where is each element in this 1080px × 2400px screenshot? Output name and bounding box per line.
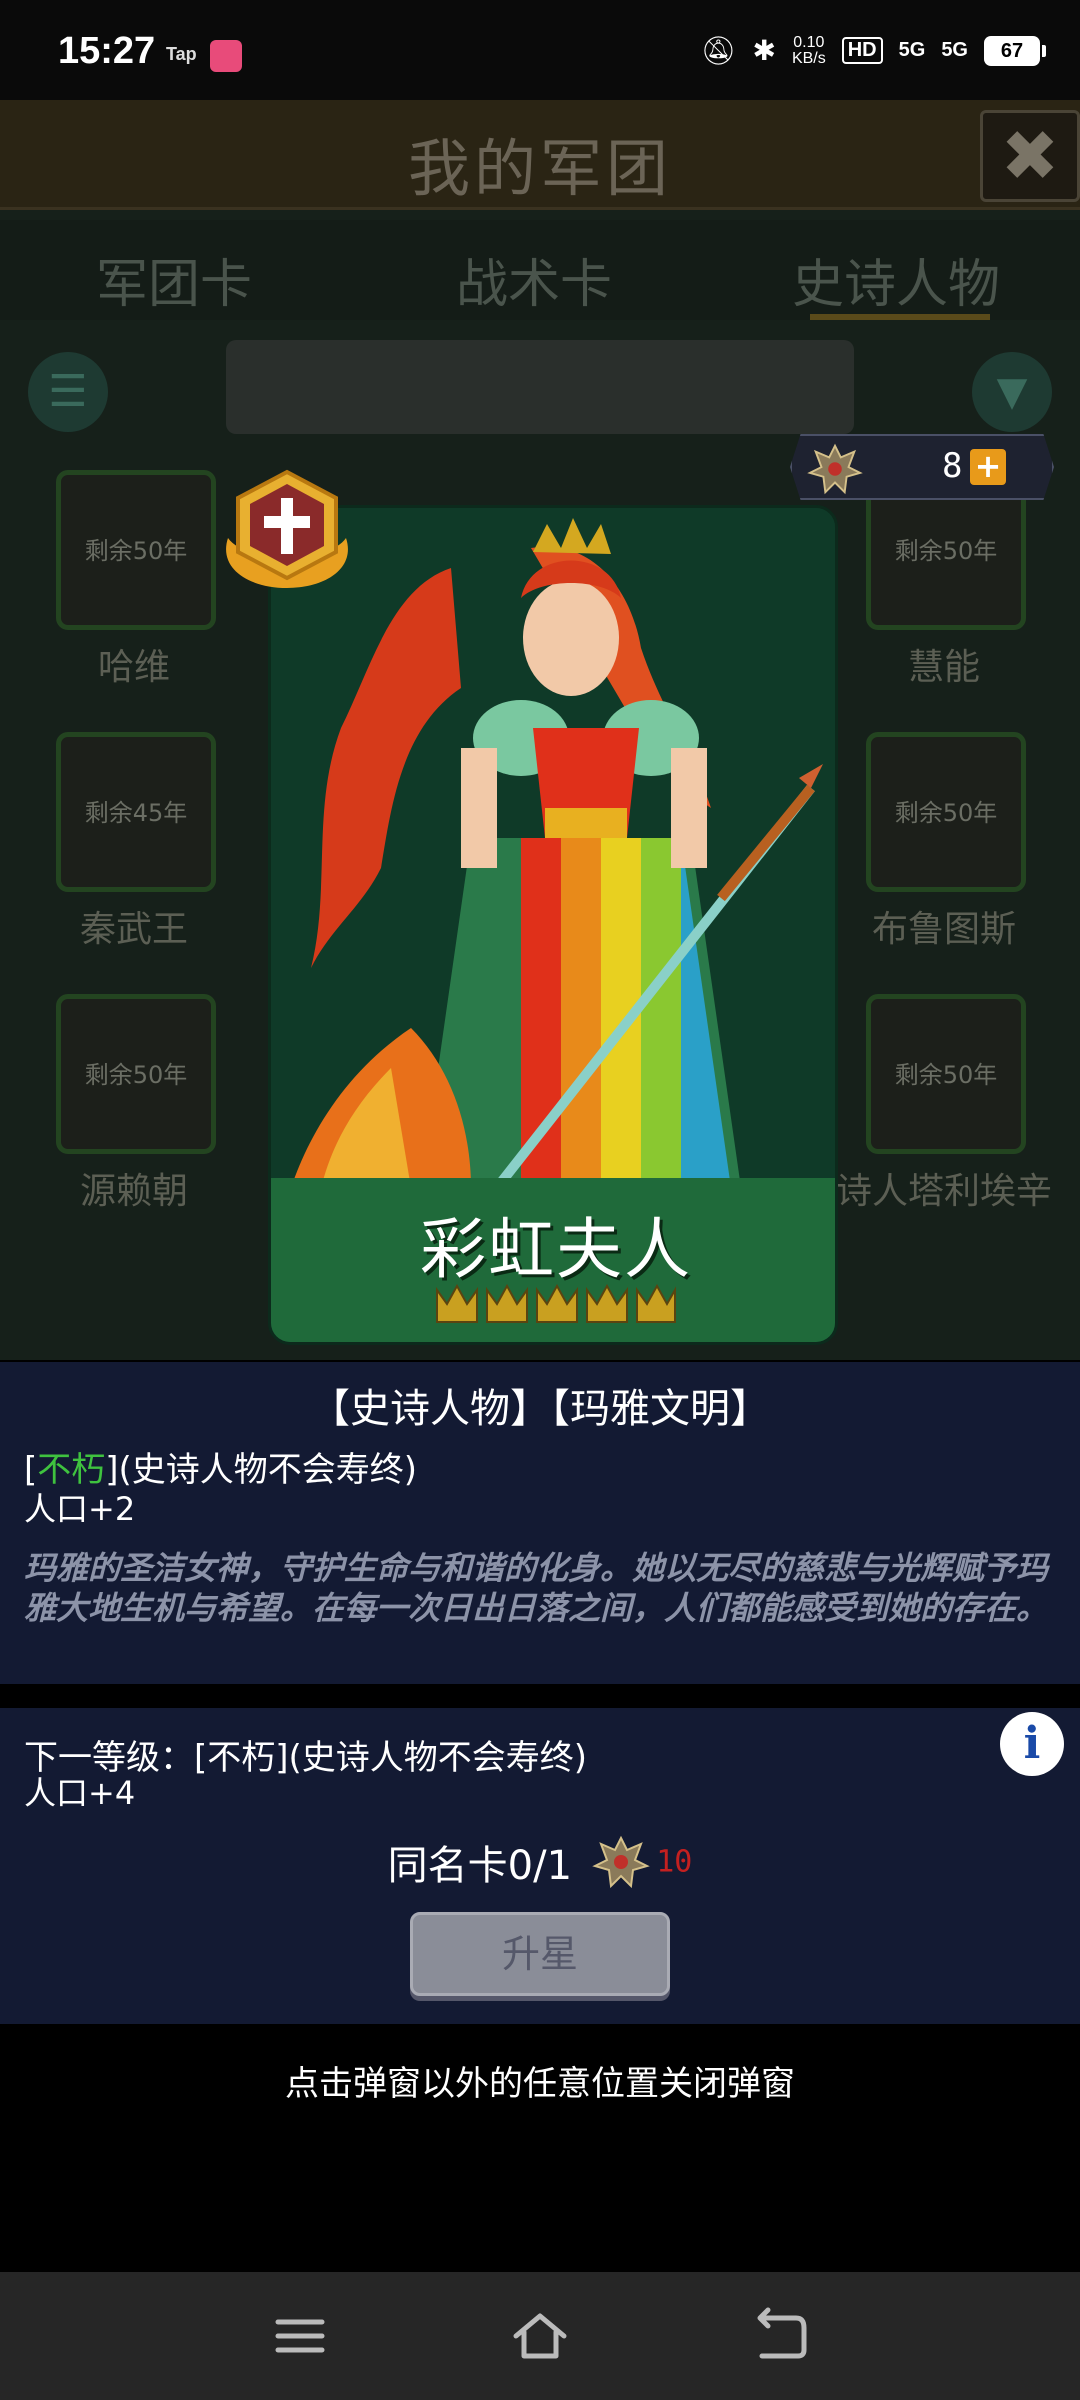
tab-bar: 军团卡 战术卡 史诗人物: [0, 220, 1080, 320]
grid-card-name: 源赖朝: [79, 1171, 188, 1212]
epic-rank-badge-icon: [226, 469, 348, 588]
star-crowns: [436, 1283, 676, 1323]
grid-card-time: 剩余50年: [894, 799, 998, 827]
info-panel: 【史诗人物】【玛雅文明】 [不朽](史诗人物不会寿终) 人口+2 玛雅的圣洁女神…: [0, 1362, 1080, 1684]
tab-active-indicator: [810, 314, 990, 320]
grid-card-name: 哈维: [97, 647, 170, 688]
grid-card[interactable]: 剩余50年: [56, 994, 216, 1154]
net-speed-unit: KB/s: [791, 49, 826, 67]
grid-card[interactable]: 剩余45年: [56, 732, 216, 892]
trait-description: ](史诗人物不会寿终): [105, 1450, 418, 1490]
signal-5g-2: 5G: [941, 39, 968, 61]
system-nav-bar: [0, 2272, 1080, 2400]
grid-card[interactable]: 剩余50年: [866, 994, 1026, 1154]
page-title: 我的军团: [407, 132, 672, 205]
card-category-title: 【史诗人物】【玛雅文明】: [310, 1386, 770, 1432]
close-button[interactable]: ✖: [980, 110, 1080, 202]
status-bar: 15:27 Tap 🔕︎ ✱ 0.10 KB/s HD 5G 5G 67: [0, 0, 1080, 100]
filter-row: ☰ ▼: [0, 340, 1080, 440]
grid-card[interactable]: 剩余50年: [56, 470, 216, 630]
eagle-crest-icon: [592, 1835, 650, 1889]
next-level-panel: 下一等级：[不朽](史诗人物不会寿终) 人口+4 i 同名卡0/1 10 升星: [0, 1708, 1080, 2024]
filter-icon[interactable]: ▼: [972, 352, 1052, 432]
grid-card-name: 秦武王: [79, 909, 188, 950]
tap-app-icon: Tap: [166, 44, 197, 64]
grid-card-time: 剩余50年: [894, 1061, 998, 1089]
grid-card-name: 慧能: [907, 647, 980, 688]
status-icons: 🔕︎ ✱ 0.10 KB/s HD 5G 5G 67: [700, 33, 1046, 67]
upgrade-star-button[interactable]: 升星: [410, 1912, 670, 1996]
back-icon[interactable]: [750, 2306, 810, 2366]
hd-voice-icon: HD: [841, 37, 883, 64]
population-bonus: 人口+2: [24, 1490, 136, 1528]
list-icon[interactable]: ☰: [28, 352, 108, 432]
battery-icon: 67: [984, 35, 1046, 66]
grid-card-time: 剩余50年: [894, 537, 998, 565]
lore-description: 玛雅的圣洁女神，守护生命与和谐的化身。她以无尽的慈悲与光辉赋予玛雅大地生机与希望…: [24, 1549, 1049, 1627]
grid-card[interactable]: 剩余50年: [866, 732, 1026, 892]
grid-card-time: 剩余50年: [84, 537, 188, 565]
game-header: 我的军团 ✖: [0, 100, 1080, 210]
duplicate-card-count: 同名卡0/1: [387, 1843, 573, 1889]
info-icon[interactable]: i: [1000, 1712, 1064, 1776]
grid-card-name: 诗人塔利埃辛: [835, 1171, 1052, 1212]
net-speed-value: 0.10: [793, 33, 825, 51]
home-icon[interactable]: [510, 2306, 570, 2366]
bluetooth-icon: ✱: [752, 35, 776, 66]
grid-card-time: 剩余50年: [84, 1061, 188, 1089]
grid-card-name: 布鲁图斯: [871, 909, 1016, 950]
currency-counter: 8: [790, 434, 1054, 500]
tab-epic-figures[interactable]: 史诗人物: [792, 242, 1000, 317]
grid-card-time: 剩余45年: [84, 799, 188, 827]
tab-tactic-cards[interactable]: 战术卡: [456, 242, 612, 317]
tab-legion-cards[interactable]: 军团卡: [96, 242, 252, 317]
currency-value: 8: [942, 446, 963, 486]
plus-icon[interactable]: +: [970, 449, 1006, 485]
search-input[interactable]: [226, 340, 854, 434]
status-time: 15:27: [58, 30, 156, 72]
menu-icon[interactable]: [270, 2306, 330, 2366]
duplicate-card-row: 同名卡0/1 10: [0, 1832, 1080, 1892]
epic-figure-card: 彩虹夫人: [268, 505, 838, 1345]
bilibili-app-icon: [210, 40, 242, 72]
upgrade-cost: 10: [656, 1844, 693, 1880]
eagle-crest-icon: [807, 443, 863, 495]
next-level-population: 人口+4: [24, 1774, 136, 1812]
signal-5g-1: 5G: [898, 39, 926, 61]
network-speed: 0.10 KB/s: [791, 33, 826, 67]
close-hint: 点击弹窗以外的任意位置关闭弹窗: [285, 2064, 795, 2104]
mute-bell-icon: 🔕︎: [700, 35, 737, 66]
